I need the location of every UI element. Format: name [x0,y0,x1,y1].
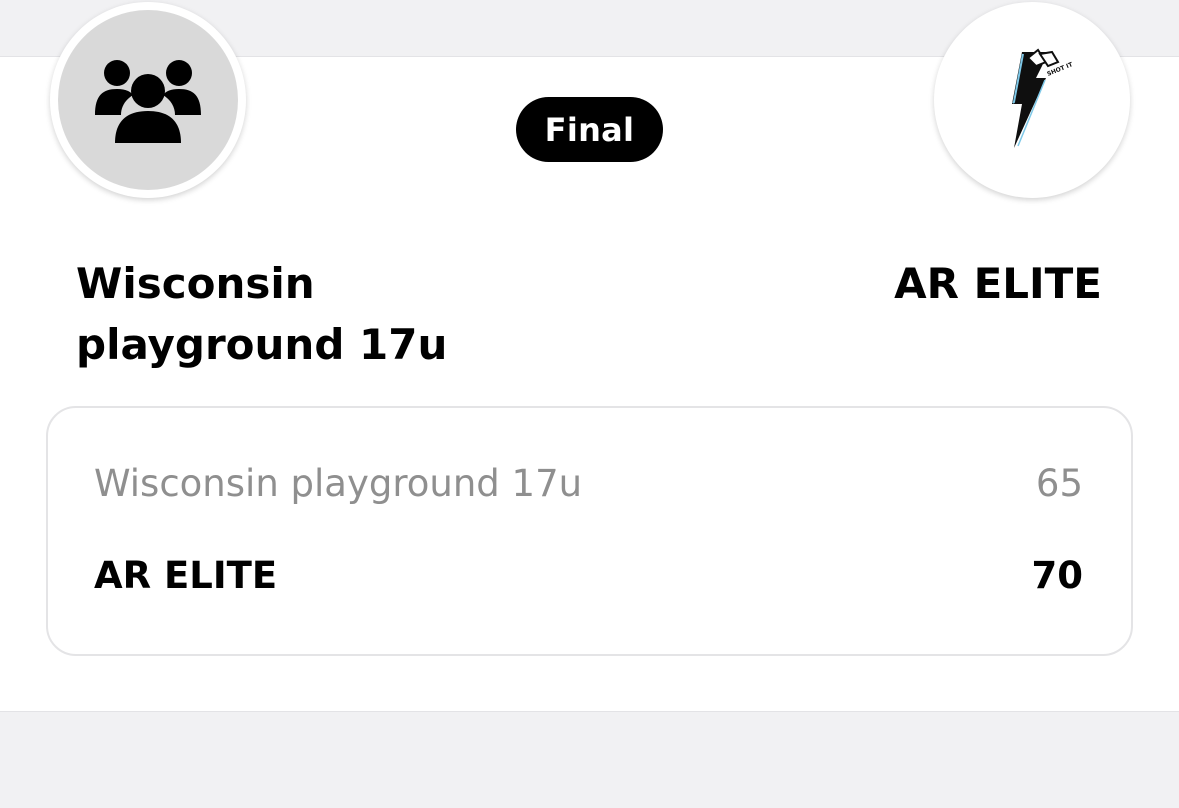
score-row-home-team: Wisconsin playground 17u [94,462,583,505]
score-row-away: AR ELITE 70 [94,554,1083,597]
ar-elite-lightning-logo: SHOT IT [1012,48,1072,148]
score-row-home-score: 65 [1035,462,1083,505]
home-team-avatar-fill [58,10,238,190]
bottom-background [0,712,1179,808]
score-row-home: Wisconsin playground 17u 65 [94,462,1083,505]
away-team-avatar[interactable]: SHOT IT [934,2,1130,198]
scoreboard: Wisconsin playground 17u 65 AR ELITE 70 [46,406,1133,656]
score-row-away-team: AR ELITE [94,554,278,597]
game-status-badge: Final [516,97,663,162]
away-team-avatar-fill: SHOT IT [942,10,1122,190]
away-team-name[interactable]: AR ELITE [742,253,1102,314]
home-team-name[interactable]: Wisconsin playground 17u [76,253,496,375]
score-row-away-score: 70 [1031,554,1084,597]
team-group-icon [95,60,201,143]
home-team-avatar[interactable] [50,2,246,198]
